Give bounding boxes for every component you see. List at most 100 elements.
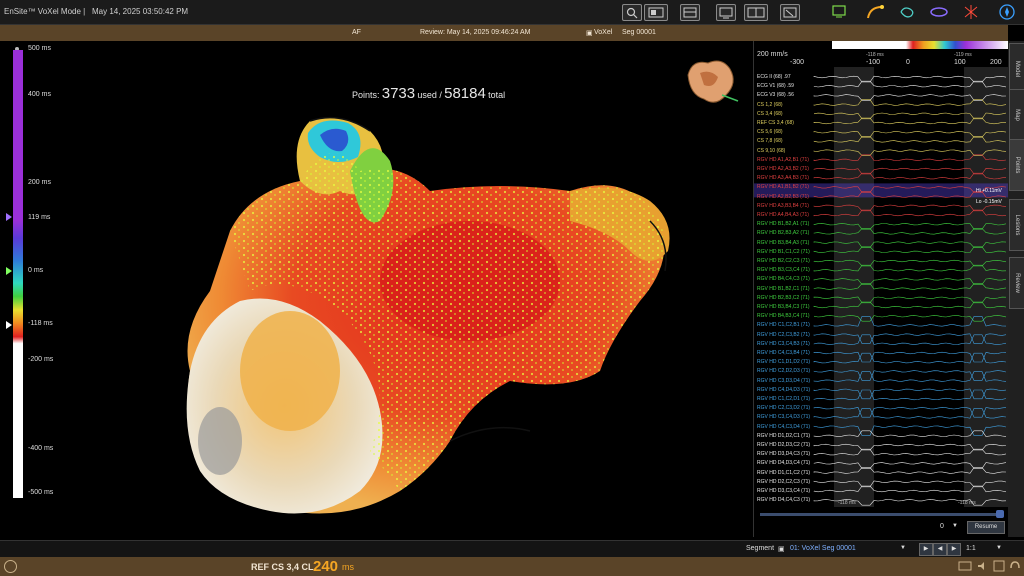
channel-label[interactable]: CS 1,2 (68) [757, 102, 783, 108]
channel-label[interactable]: RGV HD D2,C2,C3 (71) [757, 479, 810, 485]
channel-label[interactable]: RGV HD C1,D1,D2 (71) [757, 359, 810, 365]
channel-label[interactable]: RGV HD A4,B4,A3 (71) [757, 212, 809, 218]
channel-label[interactable]: RGV HD D1,D2,C1 (71) [757, 433, 810, 439]
channel-label[interactable]: RGV HD A2,A3,B2 (71) [757, 166, 809, 172]
channel-label[interactable]: ECG V1 (68) .59 [757, 83, 794, 89]
channel-label[interactable]: RGV HD B3,B4,C3 (71) [757, 304, 810, 310]
power-icon[interactable] [4, 560, 17, 573]
channel-label[interactable]: RGV HD B2,B3,C2 (71) [757, 295, 810, 301]
chevron-down-icon[interactable]: ▼ [900, 545, 906, 551]
channel-label[interactable]: RGV HD B1,C1,C2 (71) [757, 249, 810, 255]
egm-scrollbar[interactable] [760, 513, 1000, 516]
channel-label[interactable]: RGV HD A3,B3,B4 (71) [757, 203, 809, 209]
channel-label[interactable]: RGV HD C2,C3,D2 (71) [757, 405, 810, 411]
sweep-speed[interactable]: 200 mm/s [757, 51, 788, 58]
channel-label[interactable]: RGV HD C4,D4,D3 (71) [757, 387, 810, 393]
tab-lesions[interactable]: Lesions [1009, 199, 1024, 251]
view-tool-button[interactable] [644, 4, 668, 21]
segment-icon: ▣ [778, 546, 785, 553]
channel-label[interactable]: RGV HD B4,C4,C3 (71) [757, 276, 810, 282]
split-view-button[interactable] [744, 4, 768, 21]
channel-label[interactable]: RGV HD C2,D2,D3 (71) [757, 368, 810, 374]
playback-rate[interactable]: 1:1 [966, 545, 976, 552]
tab-review[interactable]: Review [1009, 257, 1024, 309]
pdf-icon[interactable] [992, 560, 1006, 572]
channel-label[interactable]: RGV HD D2,D3,C2 (71) [757, 442, 810, 448]
channel-label[interactable]: ECG V3 (68) .56 [757, 92, 794, 98]
channel-label[interactable]: RGV HD A2,B2,B3 (71) [757, 194, 809, 200]
chevron-down-icon[interactable]: ▼ [996, 545, 1002, 551]
scale-markers[interactable] [4, 211, 14, 331]
channel-label[interactable]: REF CS 3,4 (68) [757, 120, 794, 126]
channel-label[interactable]: RGV HD C1,C2,D1 (71) [757, 396, 810, 402]
layout-tool-button[interactable] [680, 4, 700, 21]
search-icon [626, 7, 638, 19]
page-value[interactable]: 0 [940, 523, 944, 530]
channel-label[interactable]: CS 3,4 (68) [757, 111, 783, 117]
channel-label[interactable]: RGV HD D1,C1,C2 (71) [757, 470, 810, 476]
keyboard-icon[interactable] [958, 560, 972, 572]
tab-map[interactable]: Map [1009, 89, 1024, 141]
chevron-down-icon[interactable]: ▼ [952, 523, 958, 529]
channel-label[interactable]: RGV HD C2,C3,B2 (71) [757, 332, 810, 338]
time-tick: -300 [790, 59, 805, 66]
channel-label[interactable]: RGV HD B2,C2,C3 (71) [757, 258, 810, 264]
timeline-header[interactable] [754, 41, 1008, 61]
monitor-icon [719, 7, 733, 19]
audio-icon[interactable] [976, 560, 990, 572]
orientation-heart-icon[interactable] [682, 55, 742, 111]
channel-label[interactable]: RGV HD D3,C3,C4 (71) [757, 488, 810, 494]
channel-label[interactable]: RGV HD C3,C4,B3 (71) [757, 341, 810, 347]
channel-label[interactable]: RGV HD C1,C2,B1 (71) [757, 322, 810, 328]
step-forward-icon[interactable]: ▶ [947, 543, 961, 556]
segment-select[interactable]: 01: VoXel Seg 00001 [790, 545, 856, 552]
channel-label[interactable]: RGV HD B1,B2,C1 (71) [757, 286, 810, 292]
channel-label[interactable]: RGV HD B3,B4,A3 (71) [757, 240, 809, 246]
headset-icon[interactable] [1008, 559, 1022, 573]
signal-button[interactable] [958, 3, 984, 21]
channel-label[interactable]: RGV HD D4,C4,C3 (71) [757, 497, 810, 503]
ablation-button[interactable] [926, 3, 952, 21]
ablation-icon [930, 7, 948, 17]
orientation-button[interactable] [994, 3, 1020, 21]
play-icon[interactable] [996, 510, 1004, 518]
channel-label[interactable]: RGV HD B2,B3,A2 (71) [757, 230, 809, 236]
channel-label[interactable]: RGV HD C4,C3,D4 (71) [757, 424, 810, 430]
segment-label: Seg 00001 [622, 29, 656, 36]
foot-a: -118 ms [838, 500, 856, 506]
channel-label[interactable]: CS 9,10 (68) [757, 148, 785, 154]
display-button[interactable] [826, 3, 852, 21]
channel-label[interactable]: RGV HD D3,D4,C3 (71) [757, 451, 810, 457]
anatomy-button[interactable] [894, 3, 920, 21]
channel-label[interactable]: RGV HD B1,B2,A1 (71) [757, 221, 809, 227]
time-tick: -100 [866, 59, 881, 66]
channel-label[interactable]: RGV HD C3,C4,D3 (71) [757, 414, 810, 420]
tab-points[interactable]: Points [1009, 139, 1024, 191]
catheter-button[interactable] [862, 3, 888, 21]
channel-label[interactable]: RGV HD B3,C3,C4 (71) [757, 267, 810, 273]
channel-label[interactable]: RGV HD A1,B1,B2 (71) [757, 184, 809, 190]
channel-label[interactable]: RGV HD B4,B3,C4 (71) [757, 313, 810, 319]
rhythm-label: AF [352, 29, 361, 36]
map-viewport[interactable]: 500 ms 400 ms 200 ms 119 ms 0 ms -118 ms… [0, 41, 752, 537]
arrow-tool-button[interactable] [780, 4, 800, 21]
channel-label[interactable]: CS 7,8 (68) [757, 138, 783, 144]
channel-label[interactable]: RGV HD A3,A4,B3 (71) [757, 175, 809, 181]
channel-label[interactable]: RGV HD A1,A2,B1 (71) [757, 157, 809, 163]
egm-panel[interactable]: 200 mm/s -300 -100 0 100 200 -118 ms -11… [753, 41, 1008, 537]
anatomy-3d-map[interactable] [170, 71, 690, 531]
arrow-icon [783, 7, 797, 18]
channel-label[interactable]: RGV HD D4,D3,C4 (71) [757, 460, 810, 466]
channel-label[interactable]: RGV HD C3,D3,D4 (71) [757, 378, 810, 384]
step-back-icon[interactable]: ◀ [933, 543, 947, 556]
resume-button[interactable]: Resume [967, 521, 1005, 534]
marker-a-label: -118 ms [866, 52, 884, 58]
channel-label[interactable]: RGV HD C4,C3,B4 (71) [757, 350, 810, 356]
play-icon[interactable]: ▶ [919, 543, 933, 556]
monitor-tool-button[interactable] [716, 4, 736, 21]
cl-value: 240 [313, 558, 339, 575]
tab-model[interactable]: Model [1009, 43, 1024, 95]
channel-label[interactable]: ECG II (68) .97 [757, 74, 791, 80]
zoom-tool-button[interactable] [622, 4, 642, 21]
channel-label[interactable]: CS 5,6 (68) [757, 129, 783, 135]
